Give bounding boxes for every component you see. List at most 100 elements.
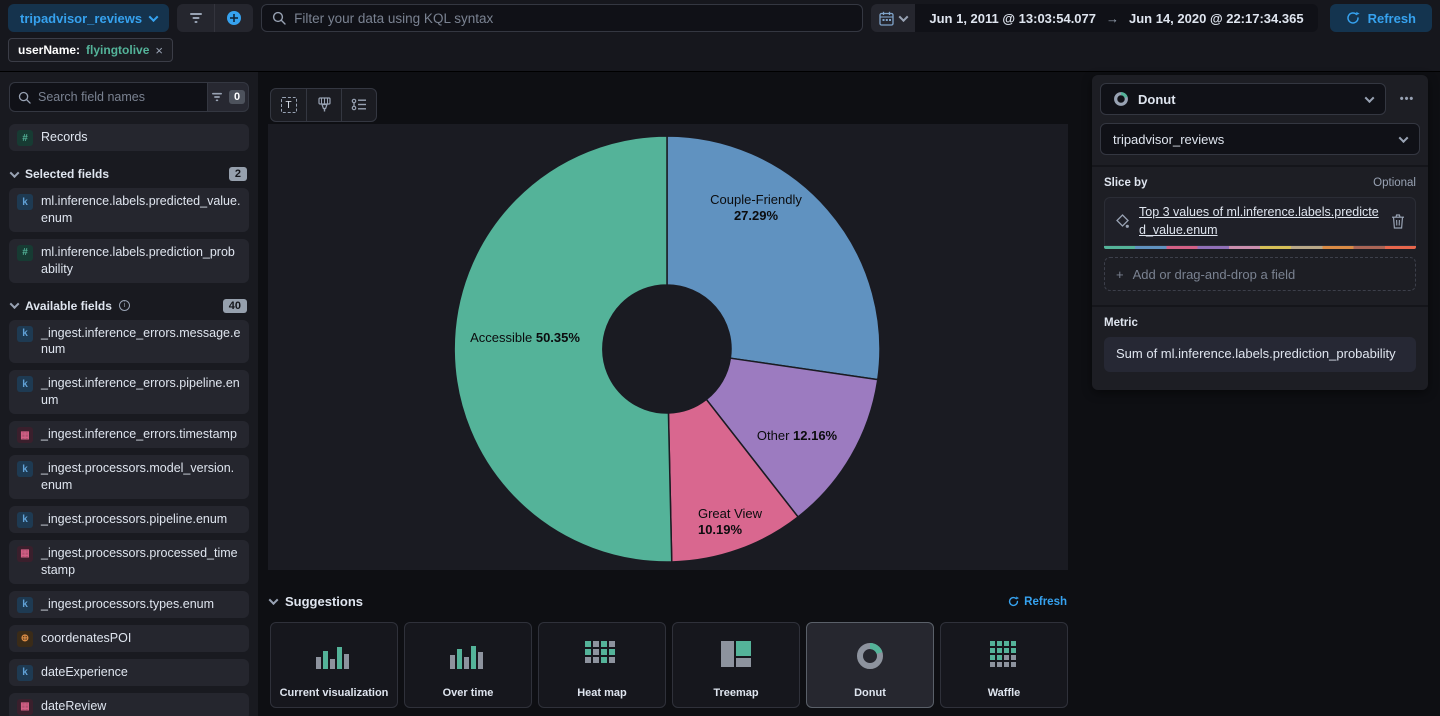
date-field-icon: ▦ — [17, 698, 33, 715]
slice-by-section: Slice by Optional Top 3 values of ml.inf… — [1092, 165, 1428, 295]
chevron-down-icon — [1364, 92, 1375, 103]
date-from: Jun 1, 2011 @ 13:03:54.077 — [929, 10, 1096, 26]
donut-chart-workspace[interactable]: Couple-Friendly 27.29% Accessible 50.35%… — [268, 124, 1068, 570]
waffle-icon — [990, 641, 1016, 667]
chevron-down-icon[interactable] — [268, 595, 279, 606]
data-view-dropdown[interactable]: tripadvisor_reviews — [1100, 123, 1420, 155]
field-item[interactable]: # ml.inference.labels.prediction_probabi… — [9, 238, 249, 283]
keyword-field-icon: k — [17, 511, 33, 528]
info-icon: i — [118, 300, 130, 311]
donut-slice-couple-friendly[interactable] — [666, 135, 881, 381]
field-item[interactable]: k _ingest.inference_errors.message.enum — [9, 319, 249, 364]
dimension-link[interactable]: Top 3 values of ml.inference.labels.pred… — [1139, 204, 1382, 239]
index-pattern-selector[interactable]: tripadvisor_reviews — [8, 4, 170, 32]
suggestion-heat-map[interactable]: Heat map — [538, 622, 666, 708]
available-fields-title: Available fields — [25, 298, 112, 313]
field-item[interactable]: k ml.inference.labels.predicted_value.en… — [9, 188, 249, 232]
field-item[interactable]: k _ingest.processors.types.enum — [9, 590, 249, 618]
suggestion-waffle[interactable]: Waffle — [940, 622, 1068, 708]
suggestion-donut[interactable]: Donut — [806, 622, 934, 708]
field-name: ml.inference.labels.predicted_value.enum — [41, 194, 241, 225]
field-item[interactable]: ▦ _ingest.inference_errors.timestamp — [9, 421, 249, 448]
suggestion-over-time[interactable]: Over time — [404, 622, 532, 708]
records-field[interactable]: # Records — [9, 124, 249, 151]
date-picker-quick-menu[interactable] — [871, 4, 916, 32]
filter-icon-button[interactable] — [177, 4, 216, 32]
suggestion-cards: Current visualization Over time Heat map… — [270, 622, 1068, 708]
date-field-icon: ▦ — [17, 427, 33, 443]
metric-value: Sum of ml.inference.labels.prediction_pr… — [1116, 346, 1396, 361]
slice-label-couple-friendly: Couple-Friendly 27.29% — [710, 191, 802, 223]
funnel-icon — [211, 92, 222, 102]
field-name: ml.inference.labels.prediction_probabili… — [41, 244, 235, 276]
close-icon[interactable]: × — [155, 43, 163, 58]
optional-label: Optional — [1373, 177, 1416, 189]
keyword-field-icon: k — [17, 376, 33, 393]
filter-pill-value: flyingtolive — [86, 43, 150, 57]
field-item[interactable]: k _ingest.processors.model_version.enum — [9, 455, 249, 499]
field-name: _ingest.processors.types.enum — [41, 596, 215, 611]
field-search-input-wrap[interactable] — [9, 82, 207, 112]
suggestion-current-visualization[interactable]: Current visualization — [270, 622, 398, 708]
number-field-icon: # — [17, 130, 33, 146]
date-range-display[interactable]: Jun 1, 2011 @ 13:03:54.077 → Jun 14, 202… — [915, 4, 1318, 32]
add-filter-button[interactable] — [215, 4, 253, 32]
suggestion-label: Current visualization — [279, 687, 389, 699]
donut-chart[interactable] — [452, 134, 882, 564]
field-item[interactable]: ▦ _ingest.processors.processed_timestamp — [9, 539, 249, 584]
heat-map-icon — [585, 641, 615, 663]
field-list-sidebar: 0 # Records Selected fields 2 k ml.infer… — [0, 72, 258, 716]
add-field-dropzone[interactable]: + Add or drag-and-drop a field — [1104, 257, 1416, 291]
field-item[interactable]: k _ingest.processors.pipeline.enum — [9, 505, 249, 533]
field-name: _ingest.inference_errors.timestamp — [41, 427, 237, 441]
filter-pill-username[interactable]: userName: flyingtolive × — [8, 38, 173, 62]
field-search-input[interactable] — [38, 90, 199, 104]
paintbrush-icon — [317, 97, 331, 112]
slice-label-accessible: Accessible 50.35% — [470, 329, 580, 345]
suggestion-label: Treemap — [713, 687, 759, 699]
refresh-button[interactable]: Refresh — [1329, 4, 1432, 32]
suggestions-refresh-link[interactable]: Refresh — [1008, 596, 1067, 608]
query-menu-group — [177, 4, 254, 32]
suggestion-treemap[interactable]: Treemap — [672, 622, 800, 708]
chart-type-dropdown[interactable]: Donut — [1100, 83, 1386, 115]
metric-label: Metric — [1104, 317, 1138, 329]
field-item[interactable]: k _ingest.inference_errors.pipeline.enum — [9, 370, 249, 414]
field-name: dateReview — [41, 698, 107, 713]
kql-input[interactable] — [294, 10, 853, 26]
chevron-down-icon — [898, 11, 909, 22]
trash-icon[interactable] — [1391, 214, 1405, 229]
date-field-icon: ▦ — [17, 545, 33, 562]
visual-options-button[interactable] — [306, 89, 341, 121]
palette-gradient-strip — [1104, 246, 1416, 249]
field-item[interactable]: ▦ dateReview — [9, 692, 249, 716]
visualization-config-panel: Donut ••• tripadvisor_reviews Slice by O… — [1092, 75, 1428, 390]
more-options-button[interactable]: ••• — [1394, 93, 1420, 105]
field-filter-button[interactable]: 0 — [207, 82, 249, 112]
metric-section: Metric Sum of ml.inference.labels.predic… — [1092, 305, 1428, 382]
bar-chart-time-icon — [450, 646, 483, 669]
field-name: _ingest.inference_errors.pipeline.enum — [41, 376, 240, 408]
kql-search-bar[interactable] — [261, 4, 864, 32]
field-name: coordenatesPOI — [41, 630, 132, 645]
field-name: _ingest.processors.model_version.enum — [41, 461, 235, 492]
labels-settings-button[interactable]: T — [271, 89, 306, 121]
refresh-icon — [1009, 596, 1020, 607]
suggestions-title: Suggestions — [285, 594, 364, 609]
treemap-icon — [721, 641, 751, 667]
slice-by-dimension[interactable]: Top 3 values of ml.inference.labels.pred… — [1104, 197, 1416, 246]
field-item[interactable]: k dateExperience — [9, 658, 249, 686]
calendar-icon — [879, 11, 895, 26]
selected-count-badge: 2 — [228, 167, 247, 181]
legend-settings-button[interactable] — [341, 89, 376, 121]
available-fields-header[interactable]: Available fields i 40 — [9, 298, 249, 313]
metric-dimension[interactable]: Sum of ml.inference.labels.prediction_pr… — [1104, 337, 1416, 372]
selected-fields-header[interactable]: Selected fields 2 — [9, 167, 249, 181]
arrow-right-icon: → — [1106, 10, 1119, 26]
field-item[interactable]: ⊕ coordenatesPOI — [9, 624, 249, 652]
search-icon — [18, 91, 31, 104]
chevron-down-icon — [148, 11, 159, 22]
add-field-label: Add or drag-and-drop a field — [1132, 266, 1296, 282]
funnel-icon — [189, 13, 202, 23]
donut-slice-accessible[interactable] — [453, 135, 673, 563]
